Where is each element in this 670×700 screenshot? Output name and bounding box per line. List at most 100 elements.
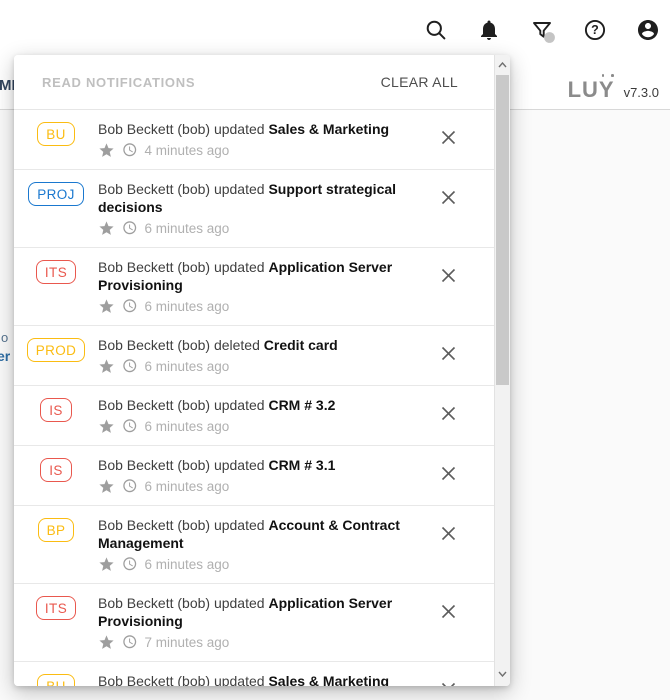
close-column xyxy=(402,454,494,496)
notification-meta: 6 minutes ago xyxy=(98,416,402,436)
notification-title: Bob Beckett (bob) updated Sales & Market… xyxy=(98,672,402,686)
badge-column: BP xyxy=(14,514,98,574)
clock-icon xyxy=(122,418,138,434)
star-icon[interactable] xyxy=(98,478,115,495)
notification-subject: Sales & Marketing xyxy=(268,121,389,137)
notification-title: Bob Beckett (bob) deleted Credit card xyxy=(98,336,402,354)
notifications-bell-icon[interactable] xyxy=(477,18,501,42)
star-icon[interactable] xyxy=(98,142,115,159)
type-badge: ITS xyxy=(36,260,76,284)
star-icon[interactable] xyxy=(98,358,115,375)
notifications-dropdown: READ NOTIFICATIONS CLEAR ALL BU Bob Beck… xyxy=(14,55,510,686)
toolbar-icons: ? xyxy=(424,18,660,42)
scrollbar-thumb[interactable] xyxy=(496,75,509,385)
account-icon[interactable] xyxy=(636,18,660,42)
notifications-header: READ NOTIFICATIONS CLEAR ALL xyxy=(14,55,494,110)
notification-subject: Sales & Marketing xyxy=(268,673,389,686)
badge-column: PROD xyxy=(14,334,98,376)
notification-text: Bob Beckett (bob) updated xyxy=(98,397,268,413)
type-badge: PROD xyxy=(27,338,86,362)
star-icon[interactable] xyxy=(98,556,115,573)
notification-title: Bob Beckett (bob) updated CRM # 3.2 xyxy=(98,396,402,414)
badge-column: PROJ xyxy=(14,178,98,238)
help-icon[interactable]: ? xyxy=(583,18,607,42)
svg-text:?: ? xyxy=(591,23,599,37)
type-badge: BP xyxy=(38,518,75,542)
search-icon[interactable] xyxy=(424,18,448,42)
scroll-down-arrow-icon[interactable] xyxy=(495,666,510,682)
notification-content: Bob Beckett (bob) updated Application Se… xyxy=(98,592,402,652)
type-badge: IS xyxy=(40,458,72,482)
clipped-link-fragment-2: er xyxy=(0,348,10,364)
badge-column: IS xyxy=(14,454,98,496)
filter-icon[interactable] xyxy=(530,18,554,42)
close-icon[interactable] xyxy=(440,189,457,206)
app-version: v7.3.0 xyxy=(624,85,659,100)
notification-time: 6 minutes ago xyxy=(145,359,230,374)
notification-text: Bob Beckett (bob) updated xyxy=(98,517,268,533)
notification-content: Bob Beckett (bob) updated Sales & Market… xyxy=(98,118,402,160)
close-column xyxy=(402,334,494,376)
notification-meta: 6 minutes ago xyxy=(98,356,402,376)
star-icon[interactable] xyxy=(98,220,115,237)
close-icon[interactable] xyxy=(440,603,457,620)
close-column xyxy=(402,592,494,652)
notification-meta: 6 minutes ago xyxy=(98,554,402,574)
close-icon[interactable] xyxy=(440,129,457,146)
badge-column: BU xyxy=(14,670,98,686)
close-column xyxy=(402,670,494,686)
notification-time: 6 minutes ago xyxy=(145,557,230,572)
notifications-panel-content: READ NOTIFICATIONS CLEAR ALL BU Bob Beck… xyxy=(14,55,494,686)
close-column xyxy=(402,256,494,316)
clock-icon xyxy=(122,634,138,650)
notification-text: Bob Beckett (bob) updated xyxy=(98,121,268,137)
close-icon[interactable] xyxy=(440,267,457,284)
clock-icon xyxy=(122,142,138,158)
notification-subject: Credit card xyxy=(264,337,338,353)
badge-column: ITS xyxy=(14,256,98,316)
notification-item: ITS Bob Beckett (bob) updated Applicatio… xyxy=(14,584,494,662)
notification-item: ITS Bob Beckett (bob) updated Applicatio… xyxy=(14,248,494,326)
notification-meta: 7 minutes ago xyxy=(98,632,402,652)
badge-column: BU xyxy=(14,118,98,160)
star-icon[interactable] xyxy=(98,418,115,435)
notification-text: Bob Beckett (bob) deleted xyxy=(98,337,264,353)
notifications-title: READ NOTIFICATIONS xyxy=(42,75,195,90)
notification-item: BP Bob Beckett (bob) updated Account & C… xyxy=(14,506,494,584)
brand: LUY v7.3.0 xyxy=(568,77,659,103)
notification-time: 7 minutes ago xyxy=(145,635,230,650)
notification-item: PROD Bob Beckett (bob) deleted Credit ca… xyxy=(14,326,494,386)
clock-icon xyxy=(122,556,138,572)
close-column xyxy=(402,514,494,574)
notification-item: BU Bob Beckett (bob) updated Sales & Mar… xyxy=(14,662,494,686)
panel-scrollbar[interactable] xyxy=(494,55,510,686)
notification-title: Bob Beckett (bob) updated Sales & Market… xyxy=(98,120,402,138)
notification-title: Bob Beckett (bob) updated Application Se… xyxy=(98,258,402,294)
type-badge: PROJ xyxy=(28,182,84,206)
close-icon[interactable] xyxy=(440,681,457,686)
notification-text: Bob Beckett (bob) updated xyxy=(98,457,268,473)
notification-text: Bob Beckett (bob) updated xyxy=(98,595,268,611)
close-icon[interactable] xyxy=(440,525,457,542)
notification-item: PROJ Bob Beckett (bob) updated Support s… xyxy=(14,170,494,248)
notification-title: Bob Beckett (bob) updated Account & Cont… xyxy=(98,516,402,552)
badge-column: ITS xyxy=(14,592,98,652)
star-icon[interactable] xyxy=(98,634,115,651)
notification-item: BU Bob Beckett (bob) updated Sales & Mar… xyxy=(14,110,494,170)
notification-title: Bob Beckett (bob) updated CRM # 3.1 xyxy=(98,456,402,474)
type-badge: ITS xyxy=(36,596,76,620)
close-icon[interactable] xyxy=(440,465,457,482)
notification-meta: 6 minutes ago xyxy=(98,296,402,316)
notification-content: Bob Beckett (bob) updated CRM # 3.2 6 mi… xyxy=(98,394,402,436)
clear-all-button[interactable]: CLEAR ALL xyxy=(381,74,458,90)
close-column xyxy=(402,118,494,160)
notification-content: Bob Beckett (bob) updated Sales & Market… xyxy=(98,670,402,686)
close-icon[interactable] xyxy=(440,345,457,362)
close-icon[interactable] xyxy=(440,405,457,422)
star-icon[interactable] xyxy=(98,298,115,315)
notification-time: 6 minutes ago xyxy=(145,419,230,434)
clipped-link-fragment-1: o xyxy=(1,330,8,345)
scroll-up-arrow-icon[interactable] xyxy=(495,57,510,73)
notification-item: IS Bob Beckett (bob) updated CRM # 3.2 6… xyxy=(14,386,494,446)
type-badge: BU xyxy=(37,674,75,686)
